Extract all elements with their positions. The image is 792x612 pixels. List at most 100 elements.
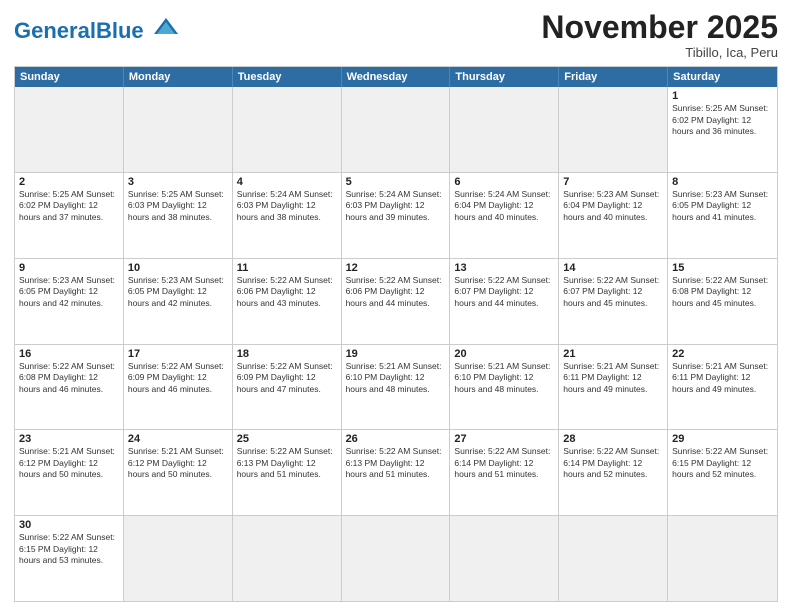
table-row: 23Sunrise: 5:21 AM Sunset: 6:12 PM Dayli… <box>15 430 124 515</box>
calendar-row: 30Sunrise: 5:22 AM Sunset: 6:15 PM Dayli… <box>15 515 777 601</box>
table-row: 11Sunrise: 5:22 AM Sunset: 6:06 PM Dayli… <box>233 259 342 344</box>
table-row: 20Sunrise: 5:21 AM Sunset: 6:10 PM Dayli… <box>450 345 559 430</box>
table-row: 8Sunrise: 5:23 AM Sunset: 6:05 PM Daylig… <box>668 173 777 258</box>
day-number: 14 <box>563 262 663 274</box>
table-row <box>233 87 342 172</box>
header-monday: Monday <box>124 67 233 87</box>
day-number: 8 <box>672 176 773 188</box>
day-info: Sunrise: 5:21 AM Sunset: 6:12 PM Dayligh… <box>128 446 228 480</box>
table-row: 1Sunrise: 5:25 AM Sunset: 6:02 PM Daylig… <box>668 87 777 172</box>
calendar-row: 23 Sunrise: 5:21 AM Sunset: 6:12 PM Dayli… <box>15 429 777 515</box>
day-number: 13 <box>454 262 554 274</box>
day-info: Sunrise: 5:24 AM Sunset: 6:04 PM Dayligh… <box>454 189 554 223</box>
calendar: Sunday Monday Tuesday Wednesday Thursday… <box>14 66 778 602</box>
logo-icon <box>152 16 180 38</box>
day-number: 17 <box>128 348 228 360</box>
header-friday: Friday <box>559 67 668 87</box>
day-info: Sunrise: 5:21 AM Sunset: 6:10 PM Dayligh… <box>454 361 554 395</box>
day-info: Sunrise: 5:22 AM Sunset: 6:07 PM Dayligh… <box>454 275 554 309</box>
day-info: Sunrise: 5:22 AM Sunset: 6:15 PM Dayligh… <box>672 446 773 480</box>
header-tuesday: Tuesday <box>233 67 342 87</box>
table-row: 18Sunrise: 5:22 AM Sunset: 6:09 PM Dayli… <box>233 345 342 430</box>
day-info: Sunrise: 5:22 AM Sunset: 6:14 PM Dayligh… <box>454 446 554 480</box>
table-row: 26Sunrise: 5:22 AM Sunset: 6:13 PM Dayli… <box>342 430 451 515</box>
day-info: Sunrise: 5:22 AM Sunset: 6:09 PM Dayligh… <box>237 361 337 395</box>
header: GeneralBlue November 2025 Tibillo, Ica, … <box>14 10 778 60</box>
day-number: 2 <box>19 176 119 188</box>
table-row <box>450 87 559 172</box>
day-info: Sunrise: 5:25 AM Sunset: 6:02 PM Dayligh… <box>19 189 119 223</box>
table-row: 4Sunrise: 5:24 AM Sunset: 6:03 PM Daylig… <box>233 173 342 258</box>
table-row: 14Sunrise: 5:22 AM Sunset: 6:07 PM Dayli… <box>559 259 668 344</box>
table-row: 16Sunrise: 5:22 AM Sunset: 6:08 PM Dayli… <box>15 345 124 430</box>
table-row <box>124 516 233 601</box>
day-info: Sunrise: 5:22 AM Sunset: 6:13 PM Dayligh… <box>237 446 337 480</box>
logo-general: General <box>14 18 96 43</box>
header-thursday: Thursday <box>450 67 559 87</box>
day-info: Sunrise: 5:23 AM Sunset: 6:05 PM Dayligh… <box>128 275 228 309</box>
table-row: 12Sunrise: 5:22 AM Sunset: 6:06 PM Dayli… <box>342 259 451 344</box>
calendar-row: 1Sunrise: 5:25 AM Sunset: 6:02 PM Daylig… <box>15 87 777 172</box>
day-number: 15 <box>672 262 773 274</box>
day-number: 29 <box>672 433 773 445</box>
header-saturday: Saturday <box>668 67 777 87</box>
table-row: 22Sunrise: 5:21 AM Sunset: 6:11 PM Dayli… <box>668 345 777 430</box>
day-info: Sunrise: 5:25 AM Sunset: 6:02 PM Dayligh… <box>672 103 773 137</box>
logo: GeneralBlue <box>14 14 180 43</box>
table-row: 29Sunrise: 5:22 AM Sunset: 6:15 PM Dayli… <box>668 430 777 515</box>
day-number: 11 <box>237 262 337 274</box>
table-row <box>124 87 233 172</box>
day-info: Sunrise: 5:22 AM Sunset: 6:09 PM Dayligh… <box>128 361 228 395</box>
table-row: 25Sunrise: 5:22 AM Sunset: 6:13 PM Dayli… <box>233 430 342 515</box>
logo-text: GeneralBlue <box>14 18 150 43</box>
day-number: 7 <box>563 176 663 188</box>
day-number: 3 <box>128 176 228 188</box>
table-row: 21Sunrise: 5:21 AM Sunset: 6:11 PM Dayli… <box>559 345 668 430</box>
day-info: Sunrise: 5:22 AM Sunset: 6:14 PM Dayligh… <box>563 446 663 480</box>
day-info: Sunrise: 5:23 AM Sunset: 6:04 PM Dayligh… <box>563 189 663 223</box>
day-number: 26 <box>346 433 446 445</box>
day-number: 30 <box>19 519 119 531</box>
table-row: 3Sunrise: 5:25 AM Sunset: 6:03 PM Daylig… <box>124 173 233 258</box>
day-info: Sunrise: 5:22 AM Sunset: 6:15 PM Dayligh… <box>19 532 119 566</box>
day-info: Sunrise: 5:22 AM Sunset: 6:06 PM Dayligh… <box>346 275 446 309</box>
day-info: Sunrise: 5:22 AM Sunset: 6:07 PM Dayligh… <box>563 275 663 309</box>
page: GeneralBlue November 2025 Tibillo, Ica, … <box>0 0 792 612</box>
day-number: 21 <box>563 348 663 360</box>
table-row: 6Sunrise: 5:24 AM Sunset: 6:04 PM Daylig… <box>450 173 559 258</box>
day-info: Sunrise: 5:24 AM Sunset: 6:03 PM Dayligh… <box>346 189 446 223</box>
day-number: 10 <box>128 262 228 274</box>
table-row <box>450 516 559 601</box>
day-number: 27 <box>454 433 554 445</box>
calendar-row: 2Sunrise: 5:25 AM Sunset: 6:02 PM Daylig… <box>15 172 777 258</box>
day-info: Sunrise: 5:21 AM Sunset: 6:10 PM Dayligh… <box>346 361 446 395</box>
day-info: Sunrise: 5:24 AM Sunset: 6:03 PM Dayligh… <box>237 189 337 223</box>
table-row: 28Sunrise: 5:22 AM Sunset: 6:14 PM Dayli… <box>559 430 668 515</box>
table-row: 13Sunrise: 5:22 AM Sunset: 6:07 PM Dayli… <box>450 259 559 344</box>
calendar-row: 9 Sunrise: 5:23 AM Sunset: 6:05 PM Daylig… <box>15 258 777 344</box>
day-number: 1 <box>672 90 773 102</box>
day-number: 6 <box>454 176 554 188</box>
table-row: 24Sunrise: 5:21 AM Sunset: 6:12 PM Dayli… <box>124 430 233 515</box>
day-info: Sunrise: 5:22 AM Sunset: 6:06 PM Dayligh… <box>237 275 337 309</box>
day-number: 22 <box>672 348 773 360</box>
day-info: Sunrise: 5:22 AM Sunset: 6:13 PM Dayligh… <box>346 446 446 480</box>
day-number: 28 <box>563 433 663 445</box>
day-number: 16 <box>19 348 119 360</box>
calendar-body: 1Sunrise: 5:25 AM Sunset: 6:02 PM Daylig… <box>15 87 777 601</box>
header-wednesday: Wednesday <box>342 67 451 87</box>
table-row: 9Sunrise: 5:23 AM Sunset: 6:05 PM Daylig… <box>15 259 124 344</box>
day-info: Sunrise: 5:25 AM Sunset: 6:03 PM Dayligh… <box>128 189 228 223</box>
day-number: 9 <box>19 262 119 274</box>
day-number: 12 <box>346 262 446 274</box>
day-number: 23 <box>19 433 119 445</box>
day-number: 18 <box>237 348 337 360</box>
header-sunday: Sunday <box>15 67 124 87</box>
table-row <box>342 87 451 172</box>
day-info: Sunrise: 5:21 AM Sunset: 6:11 PM Dayligh… <box>672 361 773 395</box>
calendar-row: 16Sunrise: 5:22 AM Sunset: 6:08 PM Dayli… <box>15 344 777 430</box>
table-row <box>559 516 668 601</box>
table-row: 17Sunrise: 5:22 AM Sunset: 6:09 PM Dayli… <box>124 345 233 430</box>
table-row <box>559 87 668 172</box>
day-number: 19 <box>346 348 446 360</box>
